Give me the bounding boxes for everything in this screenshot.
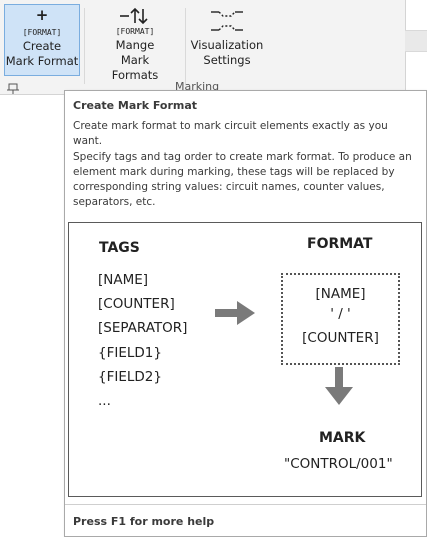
tooltip-description: Create mark format to mark circuit eleme… — [73, 120, 388, 147]
tags-header: TAGS — [99, 240, 140, 256]
visualization-settings-button[interactable]: Visualization Settings — [190, 4, 264, 74]
create-mark-format-label-1: Create — [22, 39, 62, 53]
ribbon-separator — [185, 8, 186, 84]
tag-item: {FIELD2} — [98, 369, 162, 385]
tag-item: [COUNTER] — [98, 296, 175, 312]
tag-item: {FIELD1} — [98, 345, 162, 361]
manage-mark-formats-label-2: Mark Formats — [111, 53, 159, 82]
tag-item: [SEPARATOR] — [98, 320, 188, 336]
manage-mark-formats-button[interactable]: [FORMAT] Mange Mark Formats — [98, 4, 172, 82]
down-arrow-icon — [325, 367, 353, 405]
right-arrow-icon — [215, 301, 255, 325]
tooltip-footer: Press F1 for more help — [73, 515, 215, 528]
manage-formats-icon: [FORMAT] — [98, 4, 172, 38]
format-line: [COUNTER] — [302, 330, 379, 346]
ribbon-panel: + [FORMAT] Create Mark Format [FORMAT] M… — [0, 0, 406, 95]
create-format-icon: + [FORMAT] — [5, 5, 79, 39]
mark-value: "CONTROL/001" — [284, 456, 393, 472]
visualization-settings-label-1: Visualization — [190, 38, 264, 52]
pin-icon[interactable] — [6, 82, 20, 94]
tooltip-footer-divider — [65, 504, 426, 505]
ribbon-background-strip — [405, 30, 427, 52]
mark-header: MARK — [319, 430, 366, 446]
tooltip-details: Specify tags and tag order to create mar… — [73, 151, 412, 208]
format-box: [NAME] ' / ' [COUNTER] — [281, 273, 400, 365]
format-line: [NAME] — [315, 286, 366, 302]
create-format-icon-text: [FORMAT] — [23, 28, 62, 37]
format-diagram: TAGS [NAME] [COUNTER] [SEPARATOR] {FIELD… — [68, 222, 422, 497]
create-mark-format-button[interactable]: + [FORMAT] Create Mark Format — [4, 4, 80, 76]
tag-item: ... — [98, 393, 111, 409]
visualization-settings-label-2: Settings — [203, 53, 251, 67]
manage-formats-icon-text: [FORMAT] — [116, 27, 155, 36]
create-mark-format-label-2: Mark Format — [5, 54, 79, 68]
tooltip-popup: Create Mark Format Create mark format to… — [64, 90, 427, 537]
tooltip-title: Create Mark Format — [73, 99, 198, 112]
svg-text:+: + — [36, 6, 49, 24]
manage-mark-formats-label-1: Mange — [115, 38, 155, 52]
format-line: ' / ' — [330, 306, 351, 322]
ribbon-separator — [84, 8, 85, 84]
visualization-settings-icon — [190, 4, 264, 38]
format-header: FORMAT — [307, 236, 373, 252]
tag-item: [NAME] — [98, 272, 149, 288]
